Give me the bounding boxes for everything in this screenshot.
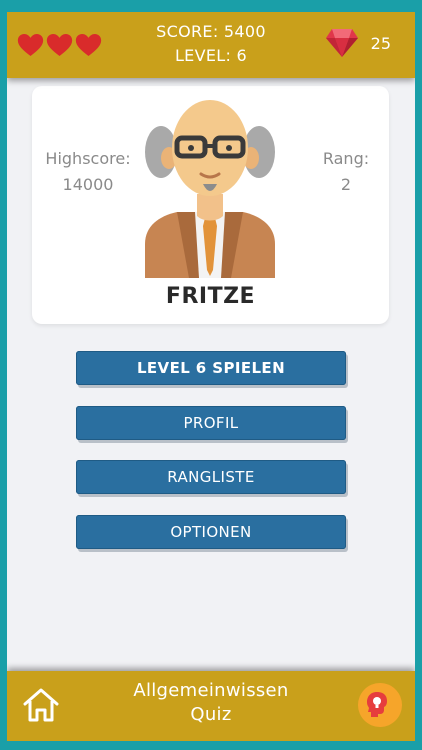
highscore-value: 14000 [62,175,114,194]
gem-counter: 25 [325,28,391,58]
options-button[interactable]: OPTIONEN [76,515,346,549]
lightbulb-head-icon [367,692,387,717]
profile-button[interactable]: PROFIL [76,406,346,440]
rank-stat: Rang: 2 [311,146,381,198]
gem-count: 25 [370,33,391,53]
rank-label: Rang: [322,149,370,168]
highscore-stat: Highscore: 14000 [42,146,134,198]
app-title-line1: Allgemeinwissen [133,680,289,701]
profile-card: Highscore: 14000 Rang: 2 FRITZE [32,86,389,324]
app-title-line2: Quiz [190,704,232,725]
highscore-label: Highscore: [45,149,131,168]
play-level-button[interactable]: LEVEL 6 SPIELEN [76,351,346,385]
player-name: FRITZE [165,284,256,309]
header-bar: SCORE: 5400 LEVEL: 6 25 [7,12,415,78]
app-screen: SCORE: 5400 LEVEL: 6 25 Highscore: 14000 [7,12,415,741]
rank-value: 2 [340,175,352,194]
bottom-bar: Allgemeinwissen Quiz [7,671,415,741]
app-title: Allgemeinwissen Quiz [7,679,415,727]
avatar [145,100,275,278]
gem-icon [325,29,358,57]
quiz-head-icon[interactable] [358,683,402,727]
leaderboard-button[interactable]: RANGLISTE [76,460,346,494]
